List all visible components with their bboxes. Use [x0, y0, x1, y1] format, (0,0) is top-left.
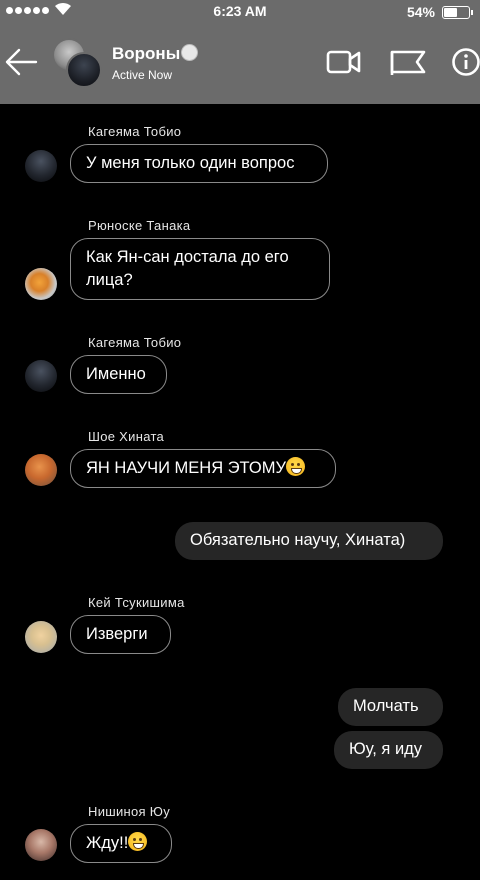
- avatar[interactable]: [25, 454, 57, 486]
- message-bubble-outgoing[interactable]: Молчать: [338, 688, 443, 726]
- message-text: Жду!!: [86, 834, 129, 852]
- message-bubble[interactable]: Жду!!: [70, 824, 172, 863]
- back-arrow-icon[interactable]: [4, 46, 38, 78]
- flag-icon[interactable]: [389, 48, 427, 76]
- sender-name: Рюноске Танака: [88, 218, 191, 233]
- message-bubble-outgoing[interactable]: Юу, я иду: [334, 731, 443, 769]
- sender-name: Кагеяма Тобио: [88, 124, 182, 139]
- status-bar: 6:23 AM 54%: [0, 0, 480, 24]
- chat-title[interactable]: Вороны: [112, 44, 199, 64]
- group-avatar[interactable]: [52, 38, 104, 90]
- message-bubble[interactable]: Как Ян-сан достала до его лица?: [70, 238, 330, 300]
- video-call-icon[interactable]: [326, 48, 362, 76]
- message-bubble-outgoing[interactable]: Обязательно научу, Хината): [175, 522, 443, 560]
- chat-header: Вороны Active Now: [0, 24, 480, 104]
- message-text: ЯН НАУЧИ МЕНЯ ЭТОМУ: [86, 459, 286, 477]
- sender-name: Кей Тсукишима: [88, 595, 185, 610]
- message-bubble[interactable]: ЯН НАУЧИ МЕНЯ ЭТОМУ: [70, 449, 336, 488]
- avatar[interactable]: [25, 360, 57, 392]
- battery-percent: 54%: [406, 4, 435, 20]
- message-bubble[interactable]: Именно: [70, 355, 167, 394]
- avatar[interactable]: [25, 150, 57, 182]
- sender-name: Нишиноя Юу: [88, 804, 171, 819]
- message-bubble[interactable]: Изверги: [70, 615, 171, 654]
- member-avatar: [66, 52, 102, 88]
- info-icon[interactable]: [452, 48, 480, 76]
- star-struck-emoji-icon: [285, 457, 305, 476]
- chat-title-text: Вороны: [112, 44, 181, 63]
- sender-name: Кагеяма Тобио: [88, 335, 182, 350]
- avatar[interactable]: [25, 621, 57, 653]
- chat-status: Active Now: [112, 68, 173, 82]
- avatar[interactable]: [25, 829, 57, 861]
- message-list[interactable]: Кагеяма Тобио У меня только один вопрос …: [0, 104, 480, 880]
- volleyball-emoji-icon: [181, 44, 199, 61]
- sender-name: Шое Хината: [88, 429, 165, 444]
- avatar[interactable]: [25, 268, 57, 300]
- message-bubble[interactable]: У меня только один вопрос: [70, 144, 328, 183]
- battery-icon: [442, 6, 473, 19]
- grinning-emoji-icon: [128, 832, 148, 851]
